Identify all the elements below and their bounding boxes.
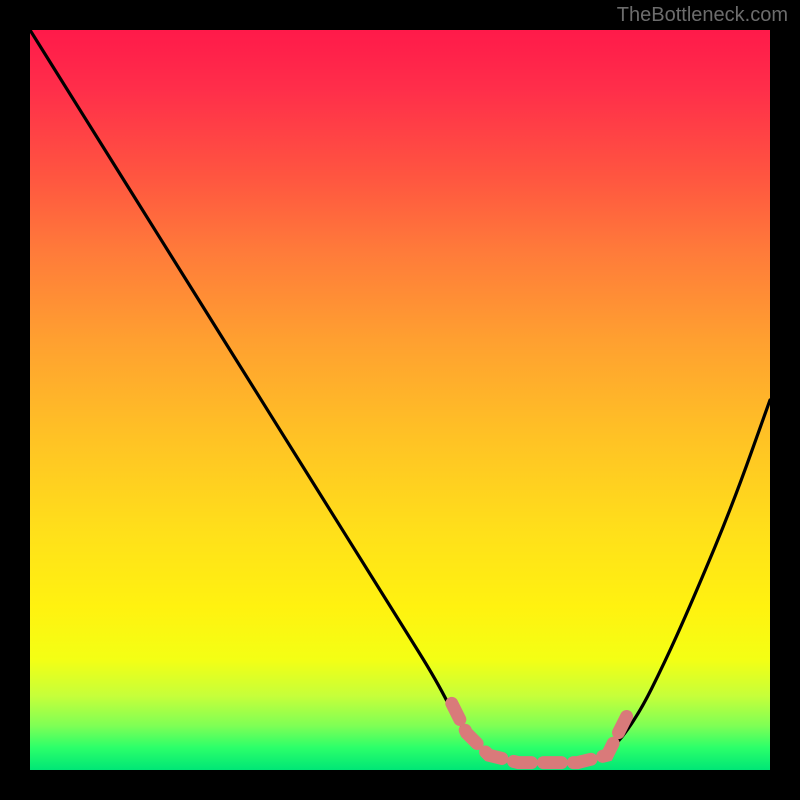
optimal-dash-path [452, 703, 630, 762]
attribution-text: TheBottleneck.com [617, 4, 788, 27]
plot-area [30, 30, 770, 770]
curve-path [30, 30, 770, 763]
bottleneck-curve [30, 30, 770, 770]
